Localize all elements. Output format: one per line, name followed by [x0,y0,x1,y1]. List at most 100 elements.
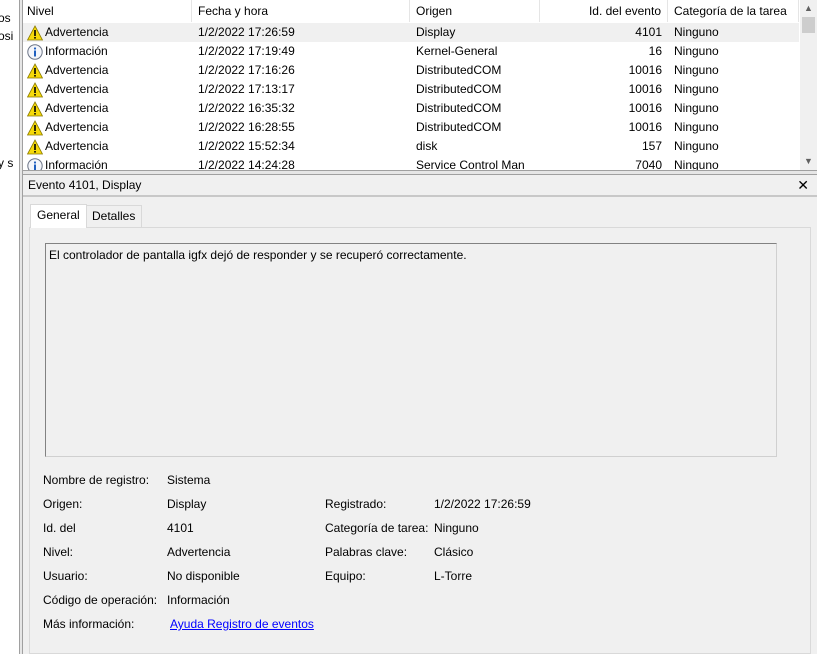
cell-category: Ninguno [674,120,719,134]
field-label: Palabras clave: [325,545,408,559]
cell-category: Ninguno [674,63,719,77]
field-value: Advertencia [167,545,231,559]
field-label: Código de operación: [43,593,158,607]
cell-source: Kernel-General [416,44,498,58]
cell-date: 1/2/2022 17:16:26 [198,63,295,77]
field-value: Ninguno [434,521,479,535]
cell-level: Información [23,156,192,170]
cell-level: Advertencia [23,118,192,137]
cell-event-id: 16 [648,44,662,58]
scrollbar-thumb[interactable] [802,17,815,33]
cell-event-id: 7040 [635,158,662,170]
cell-event-id: 10016 [628,82,662,96]
cell-date: 1/2/2022 16:28:55 [198,120,295,134]
scroll-up-icon[interactable]: ▲ [800,0,817,17]
details-title: Evento 4101, Display [28,178,142,192]
navigation-pane: os osi y s [0,0,19,654]
vertical-scrollbar[interactable]: ▲ ▼ [800,0,817,170]
cell-level: Advertencia [23,99,192,118]
info-icon [27,43,43,60]
cell-date: 1/2/2022 17:13:17 [198,82,295,96]
cell-category: Ninguno [674,82,719,96]
cell-source: DistributedCOM [416,120,502,134]
field-label: Nivel: [43,545,74,559]
table-row[interactable]: Advertencia 1/2/2022 17:26:59 Display 4101 N… [23,23,799,42]
help-link[interactable]: Ayuda Registro de eventos [170,617,314,631]
field-value: Sistema [167,473,211,487]
cell-date: 1/2/2022 14:24:28 [198,158,295,170]
nav-fragment[interactable]: y s [0,156,13,170]
cell-date: 1/2/2022 16:35:32 [198,101,295,115]
table-row[interactable]: Advertencia 1/2/2022 16:28:55 DistributedC… [23,118,799,137]
field-value: 1/2/2022 17:26:59 [434,497,531,511]
level-text: Información [45,158,108,170]
field-value: 4101 [167,521,194,535]
cell-event-id: 10016 [628,63,662,77]
warning-icon [27,62,43,78]
cell-level: Información [23,42,192,61]
cell-category: Ninguno [674,139,719,153]
close-icon[interactable]: ✕ [797,175,809,196]
warning-icon [27,81,43,97]
cell-date: 1/2/2022 17:26:59 [198,25,295,39]
cell-source: DistributedCOM [416,82,502,96]
field-label: Usuario: [43,569,88,583]
cell-level: Advertencia [23,80,192,99]
warning-icon [27,24,43,40]
level-text: Advertencia [45,101,109,115]
field-value: Clásico [434,545,474,559]
table-row[interactable]: Advertencia 1/2/2022 17:16:26 DistributedC… [23,61,799,80]
field-label: Registrado: [325,497,387,511]
level-text: Advertencia [45,25,109,39]
cell-category: Ninguno [674,25,719,39]
column-header-date[interactable]: Fecha y hora [192,0,410,22]
cell-event-id: 10016 [628,120,662,134]
cell-source: DistributedCOM [416,101,502,115]
event-message-box[interactable]: El controlador de pantalla igfx dejó de … [45,243,777,457]
table-row[interactable]: Advertencia 1/2/2022 17:13:17 DistributedC… [23,80,799,99]
field-value: No disponible [167,569,240,583]
field-label: Categoría de tarea: [325,521,429,535]
cell-category: Ninguno [674,101,719,115]
cell-source: DistributedCOM [416,63,502,77]
column-header-source[interactable]: Origen [410,0,540,22]
field-label: Id. del [43,521,76,535]
table-row[interactable]: Información 1/2/2022 14:24:28 Service Cont… [23,156,799,170]
nav-fragment[interactable]: os [0,11,11,25]
column-header-category[interactable]: Categoría de la tarea [668,0,799,22]
field-label: Más información: [43,617,135,631]
cell-event-id: 157 [641,139,662,153]
cell-category: Ninguno [674,44,719,58]
warning-icon [27,100,43,116]
table-row[interactable]: Advertencia 1/2/2022 15:52:34 disk 157 Ningu… [23,137,799,156]
cell-category: Ninguno [674,158,719,170]
level-text: Advertencia [45,63,109,77]
column-header-level[interactable]: Nivel [23,0,192,22]
column-header-event-id[interactable]: Id. del evento [540,0,668,22]
cell-date: 1/2/2022 17:19:49 [198,44,295,58]
field-value: Display [167,497,207,511]
field-value: Información [167,593,230,607]
scroll-down-icon[interactable]: ▼ [800,153,817,170]
field-label: Origen: [43,497,83,511]
table-row[interactable]: Advertencia 1/2/2022 16:35:32 DistributedC… [23,99,799,118]
cell-level: Advertencia [23,61,192,80]
cell-source: disk [416,139,438,153]
cell-level: Advertencia [23,23,192,42]
cell-event-id: 10016 [628,101,662,115]
nav-fragment[interactable]: osi [0,29,13,43]
cell-date: 1/2/2022 15:52:34 [198,139,295,153]
level-text: Advertencia [45,120,109,134]
warning-icon [27,138,43,154]
tab-details[interactable]: Detalles [85,205,143,227]
level-text: Advertencia [45,82,109,96]
level-text: Información [45,44,108,58]
tab-general[interactable]: General [30,204,87,228]
field-value: L-Torre [434,569,473,583]
cell-event-id: 4101 [635,25,662,39]
events-table: Nivel Fecha y hora Origen Id. del evento… [23,0,817,170]
field-label: Equipo: [325,569,366,583]
table-row[interactable]: Información 1/2/2022 17:19:49 Kernel-Gener… [23,42,799,61]
cell-source: Service Control Man [416,158,525,170]
info-icon [27,157,43,170]
